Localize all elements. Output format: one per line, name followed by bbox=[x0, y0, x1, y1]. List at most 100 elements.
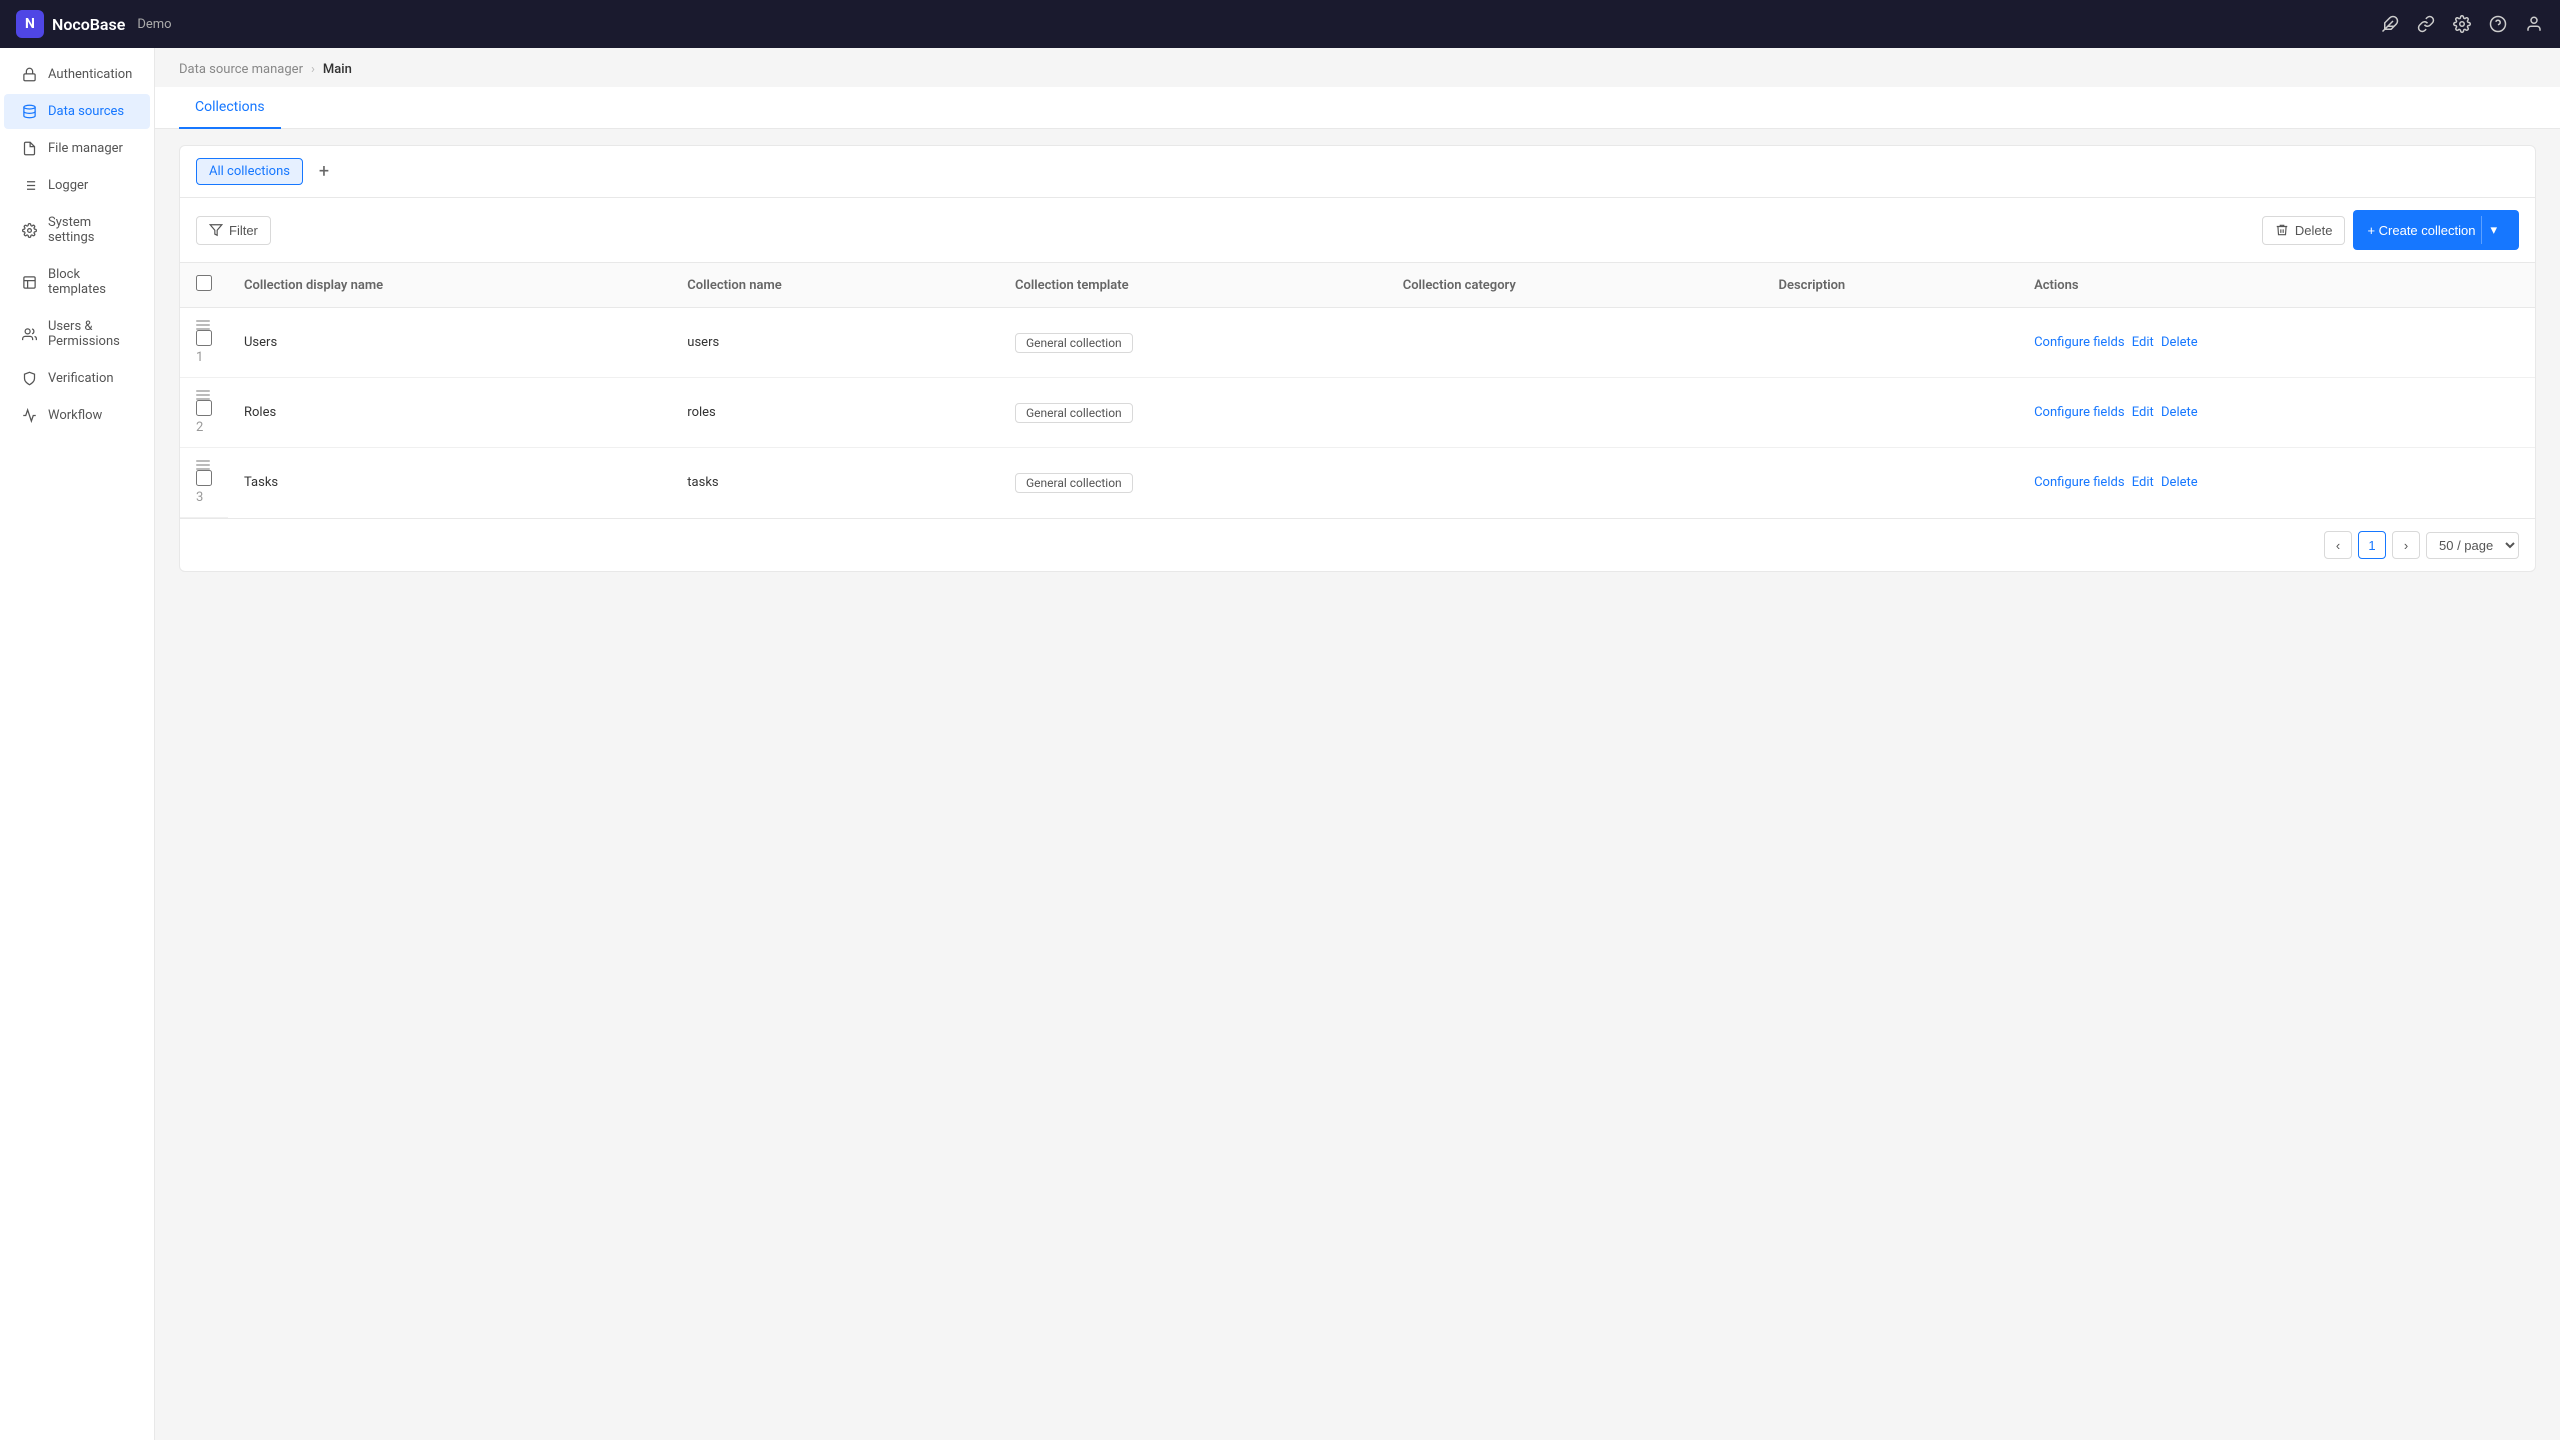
sidebar-item-authentication[interactable]: Authentication bbox=[4, 57, 150, 92]
breadcrumb-parent[interactable]: Data source manager bbox=[179, 62, 303, 77]
delete-row-link[interactable]: Delete bbox=[2161, 335, 2198, 350]
logo-icon: N bbox=[16, 10, 44, 38]
sidebar-item-block-templates[interactable]: Block templates bbox=[4, 257, 150, 307]
delete-row-link[interactable]: Delete bbox=[2161, 475, 2198, 490]
table-body: 1 Users users General collection Configu… bbox=[180, 308, 2535, 518]
row-category bbox=[1387, 448, 1763, 518]
drag-handle[interactable] bbox=[196, 390, 212, 400]
row-category bbox=[1387, 378, 1763, 448]
template-icon bbox=[20, 275, 38, 290]
sub-tabs-row: All collections + bbox=[180, 146, 2535, 198]
plugin-icon[interactable] bbox=[2380, 14, 2400, 34]
sidebar-item-logger[interactable]: Logger bbox=[4, 168, 150, 203]
edit-link[interactable]: Edit bbox=[2132, 335, 2154, 350]
row-checkbox-cell: 1 bbox=[180, 308, 228, 378]
toolbar: Filter Delete + Create collection ▾ bbox=[180, 198, 2535, 263]
pagination-next[interactable]: › bbox=[2392, 531, 2420, 559]
row-collection-name: users bbox=[671, 308, 999, 378]
sidebar-label-logger: Logger bbox=[48, 178, 88, 193]
logo-text: NocoBase bbox=[52, 15, 125, 34]
create-collection-dropdown[interactable]: ▾ bbox=[2481, 216, 2505, 244]
sub-tab-all-collections[interactable]: All collections bbox=[196, 158, 303, 185]
row-collection-name: roles bbox=[671, 378, 999, 448]
row-checkbox-2[interactable] bbox=[196, 470, 212, 486]
row-checkbox-0[interactable] bbox=[196, 330, 212, 346]
row-actions: Configure fields Edit Delete bbox=[2018, 378, 2535, 448]
template-badge: General collection bbox=[1015, 473, 1133, 493]
workflow-icon bbox=[20, 408, 38, 423]
template-badge: General collection bbox=[1015, 333, 1133, 353]
sidebar-label-file-manager: File manager bbox=[48, 141, 123, 156]
sidebar-item-users-permissions[interactable]: Users & Permissions bbox=[4, 309, 150, 359]
select-all-checkbox[interactable] bbox=[196, 275, 212, 291]
configure-fields-link[interactable]: Configure fields bbox=[2034, 405, 2124, 420]
sidebar-item-workflow[interactable]: Workflow bbox=[4, 398, 150, 433]
drag-handle[interactable] bbox=[196, 460, 212, 470]
row-display-name: Roles bbox=[228, 378, 671, 448]
sidebar-label-system-settings: System settings bbox=[48, 215, 134, 245]
row-number: 2 bbox=[196, 420, 203, 435]
logo[interactable]: N NocoBase bbox=[16, 10, 125, 38]
configure-fields-link[interactable]: Configure fields bbox=[2034, 475, 2124, 490]
th-actions: Actions bbox=[2018, 263, 2535, 308]
page-size-select[interactable]: 50 / page bbox=[2426, 532, 2519, 559]
pagination-page-1[interactable]: 1 bbox=[2358, 531, 2386, 559]
list-icon bbox=[20, 178, 38, 193]
lock-icon bbox=[20, 67, 38, 82]
filter-button[interactable]: Filter bbox=[196, 216, 271, 245]
database-icon bbox=[20, 104, 38, 119]
drag-handle[interactable] bbox=[196, 320, 212, 330]
delete-icon bbox=[2275, 223, 2289, 237]
sidebar-item-verification[interactable]: Verification bbox=[4, 361, 150, 396]
toolbar-left: Filter bbox=[196, 216, 271, 245]
topbar-icons bbox=[2380, 14, 2544, 34]
edit-link[interactable]: Edit bbox=[2132, 475, 2154, 490]
row-checkbox-cell: 2 bbox=[180, 378, 228, 448]
row-category bbox=[1387, 308, 1763, 378]
tab-collections[interactable]: Collections bbox=[179, 87, 281, 129]
demo-label: Demo bbox=[137, 17, 171, 32]
row-actions: Configure fields Edit Delete bbox=[2018, 448, 2535, 518]
th-display-name: Collection display name bbox=[228, 263, 671, 308]
settings-icon[interactable] bbox=[2452, 14, 2472, 34]
sidebar-item-data-sources[interactable]: Data sources bbox=[4, 94, 150, 129]
configure-fields-link[interactable]: Configure fields bbox=[2034, 335, 2124, 350]
create-collection-button[interactable]: + Create collection ▾ bbox=[2353, 210, 2519, 250]
sidebar-item-system-settings[interactable]: System settings bbox=[4, 205, 150, 255]
row-description bbox=[1763, 448, 2019, 518]
pagination-prev[interactable]: ‹ bbox=[2324, 531, 2352, 559]
sidebar-item-file-manager[interactable]: File manager bbox=[4, 131, 150, 166]
row-description bbox=[1763, 378, 2019, 448]
gear-icon bbox=[20, 223, 38, 238]
edit-link[interactable]: Edit bbox=[2132, 405, 2154, 420]
help-icon[interactable] bbox=[2488, 14, 2508, 34]
sidebar-label-data-sources: Data sources bbox=[48, 104, 124, 119]
row-template: General collection bbox=[999, 378, 1387, 448]
breadcrumb-separator: › bbox=[311, 62, 315, 77]
table-row: 1 Users users General collection Configu… bbox=[180, 308, 2535, 378]
main-layout: Authentication Data sources File manager… bbox=[0, 48, 2560, 1440]
th-category: Collection category bbox=[1387, 263, 1763, 308]
users-icon bbox=[20, 327, 38, 342]
table-row: 2 Roles roles General collection Configu… bbox=[180, 378, 2535, 448]
delete-button[interactable]: Delete bbox=[2262, 216, 2346, 245]
row-template: General collection bbox=[999, 448, 1387, 518]
toolbar-right: Delete + Create collection ▾ bbox=[2262, 210, 2519, 250]
link-icon[interactable] bbox=[2416, 14, 2436, 34]
sidebar-label-block-templates: Block templates bbox=[48, 267, 134, 297]
sidebar: Authentication Data sources File manager… bbox=[0, 48, 155, 1440]
sidebar-label-verification: Verification bbox=[48, 371, 114, 386]
row-checkbox-1[interactable] bbox=[196, 400, 212, 416]
row-display-name: Tasks bbox=[228, 448, 671, 518]
sidebar-label-users-permissions: Users & Permissions bbox=[48, 319, 134, 349]
delete-row-link[interactable]: Delete bbox=[2161, 405, 2198, 420]
file-icon bbox=[20, 141, 38, 156]
collections-table: Collection display name Collection name … bbox=[180, 263, 2535, 518]
user-icon[interactable] bbox=[2524, 14, 2544, 34]
add-collection-tab-button[interactable]: + bbox=[311, 159, 337, 185]
template-badge: General collection bbox=[1015, 403, 1133, 423]
th-checkbox bbox=[180, 263, 228, 308]
content-area: Data source manager › Main Collections A… bbox=[155, 48, 2560, 1440]
row-actions: Configure fields Edit Delete bbox=[2018, 308, 2535, 378]
row-number: 1 bbox=[196, 350, 203, 365]
